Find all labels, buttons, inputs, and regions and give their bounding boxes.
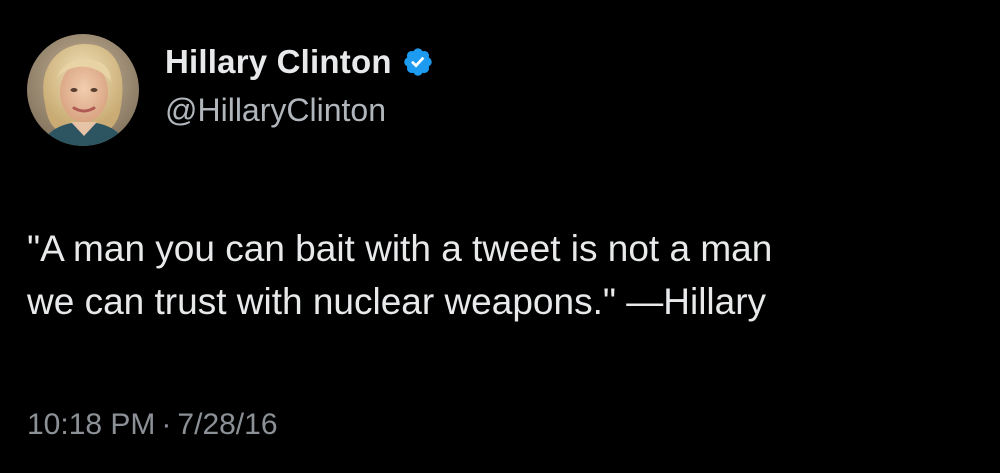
verified-badge-icon[interactable] [402,46,434,78]
tweet-time: 10:18 PM [27,408,156,441]
tweet-card: Hillary Clinton @HillaryClinton "A man y… [0,0,1000,473]
author-display-name[interactable]: Hillary Clinton [165,43,392,81]
author-handle[interactable]: @HillaryClinton [165,92,386,129]
author-name-row: Hillary Clinton [165,40,434,84]
avatar[interactable] [27,34,139,146]
profile-photo-icon [27,34,139,146]
tweet-date: 7/28/16 [177,408,278,441]
tweet-timestamp[interactable]: 10:18 PM · 7/28/16 [27,408,278,442]
meta-separator: · [161,408,172,441]
tweet-text-line: we can trust with nuclear weapons." —Hil… [27,281,767,322]
tweet-text-line: "A man you can bait with a tweet is not … [27,228,773,269]
tweet-text: "A man you can bait with a tweet is not … [27,222,977,328]
